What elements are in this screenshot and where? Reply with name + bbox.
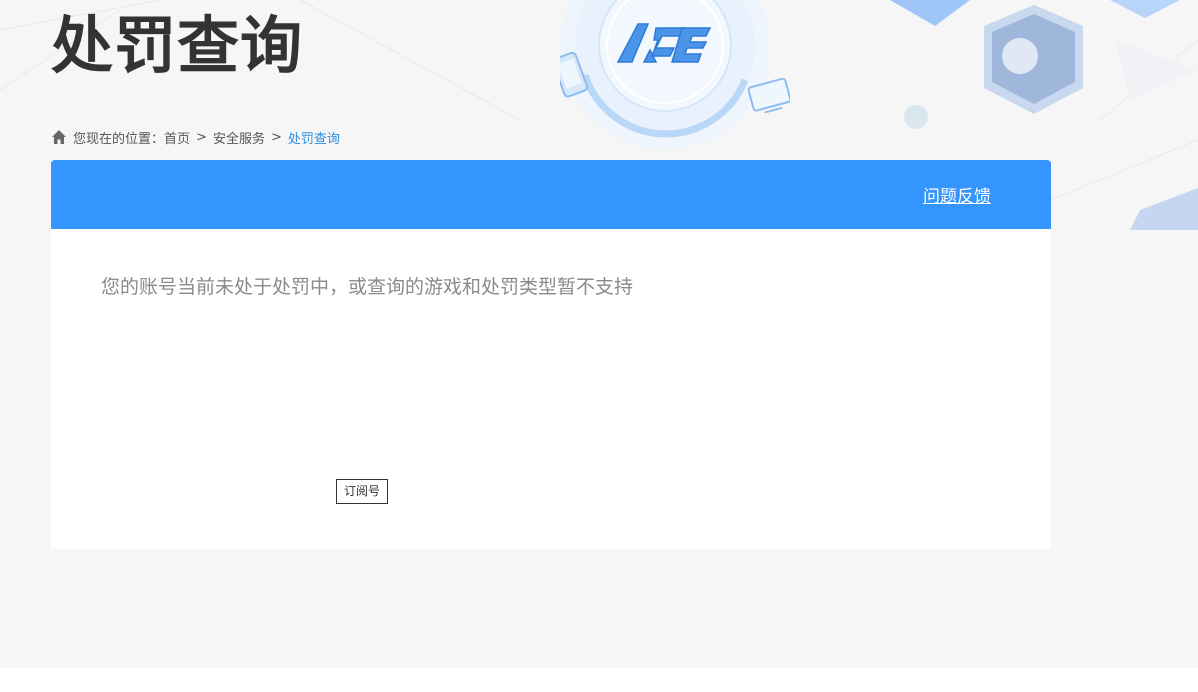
home-icon [52, 130, 66, 144]
breadcrumb-separator: > [270, 129, 282, 145]
feedback-link[interactable]: 问题反馈 [923, 182, 991, 207]
breadcrumb: 您现在的位置： 首页 > 安全服务 > 处罚查询 [51, 127, 340, 147]
status-message: 您的账号当前未处于处罚中，或查询的游戏和处罚类型暂不支持 [101, 276, 634, 298]
footer-strip [0, 668, 1198, 692]
ace-logo [560, 0, 790, 150]
breadcrumb-prefix: 您现在的位置： [73, 131, 165, 147]
panel-header: 问题反馈 [51, 160, 1051, 229]
subscribe-button[interactable]: 订阅号 [336, 479, 389, 504]
breadcrumb-item-current: 处罚查询 [287, 131, 340, 147]
breadcrumb-separator: > [196, 129, 207, 145]
breadcrumb-item-home[interactable]: 首页 [164, 128, 190, 147]
penalty-query-panel: 问题反馈 您的账号当前未处于处罚中，或查询的游戏和处罚类型暂不支持 订阅号 [51, 160, 1051, 549]
page-title: 处罚查询 [51, 9, 304, 82]
breadcrumb-item-security-service[interactable]: 安全服务 [213, 128, 265, 147]
